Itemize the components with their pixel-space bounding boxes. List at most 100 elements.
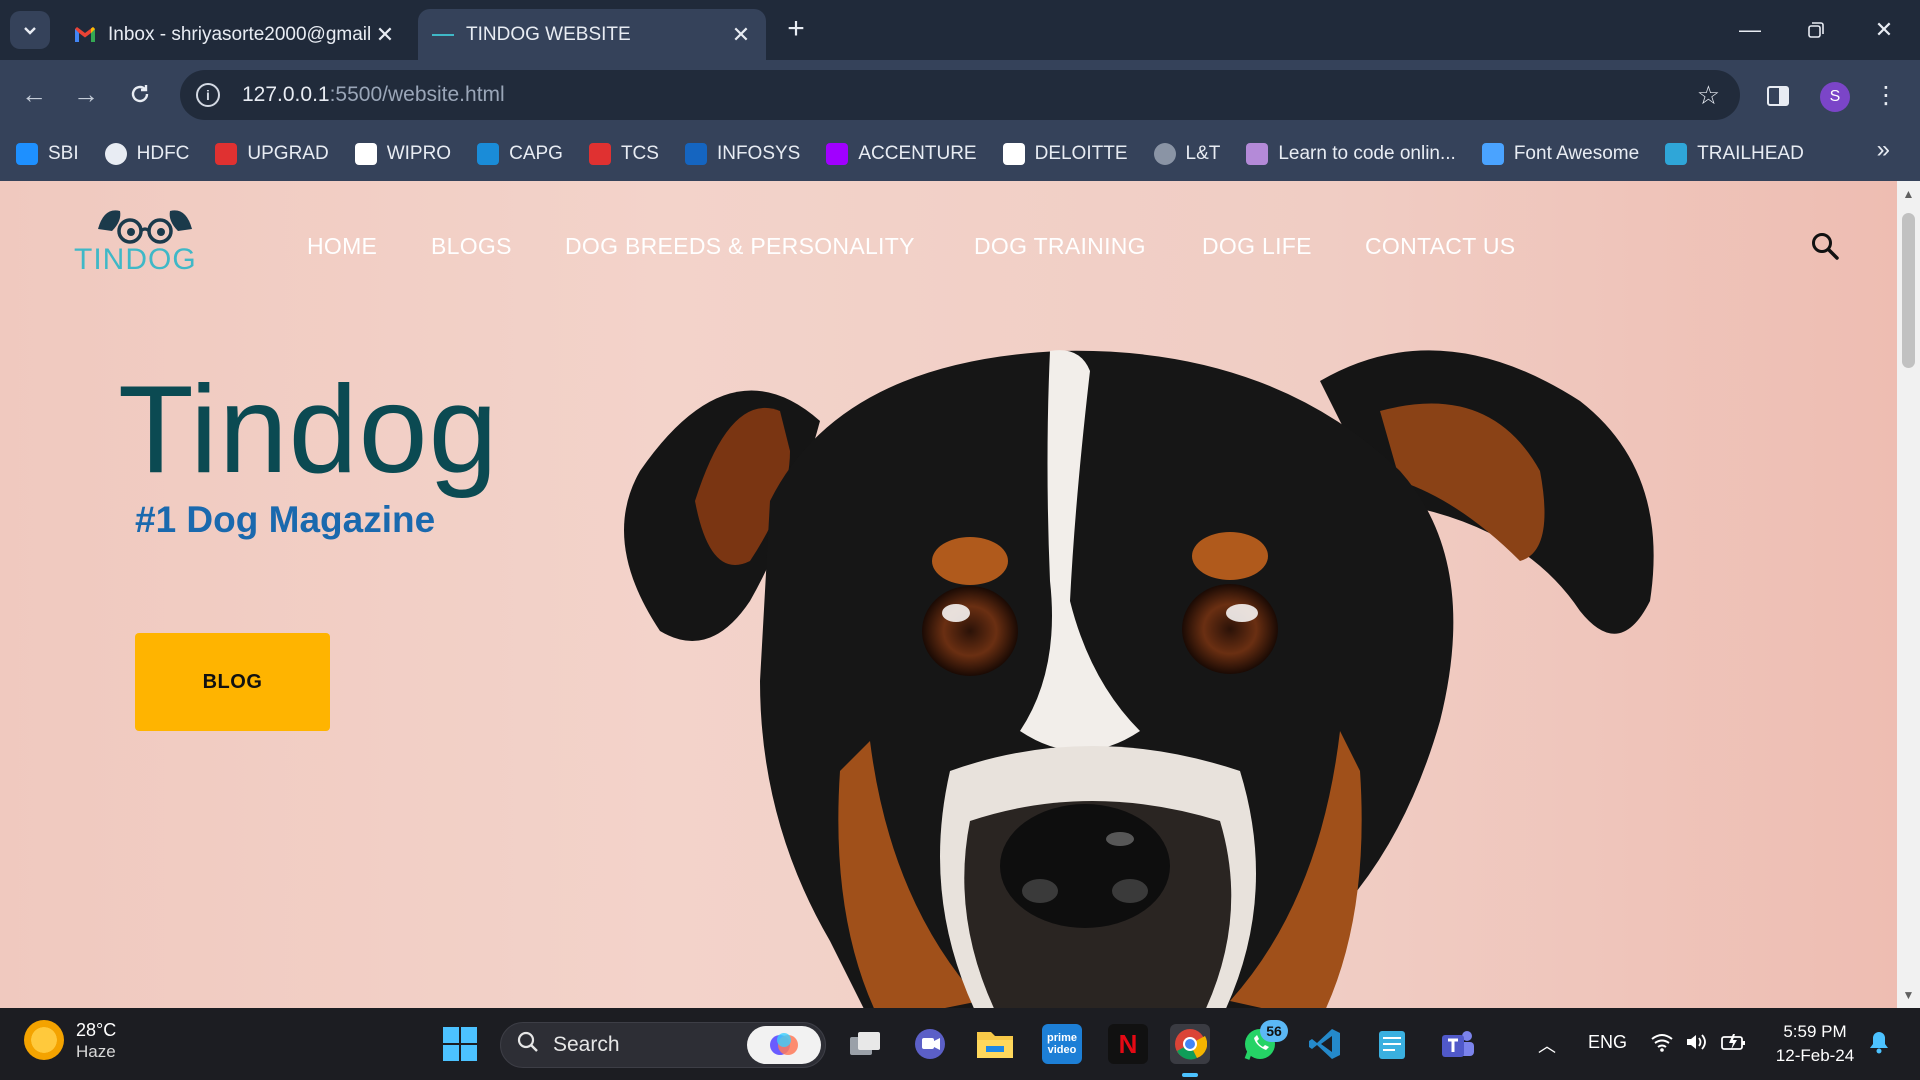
- file-explorer-icon[interactable]: [975, 1024, 1015, 1064]
- netflix-icon[interactable]: N: [1108, 1024, 1148, 1064]
- tab-tindog[interactable]: TINDOG WEBSITE ✕: [418, 9, 766, 60]
- nav-dog-breeds[interactable]: DOG BREEDS & PERSONALITY: [565, 233, 915, 260]
- bookmark-trailhead[interactable]: TRAILHEAD: [1665, 143, 1804, 165]
- bookmark-label: DELOITTE: [1034, 143, 1128, 164]
- bookmark-infosys[interactable]: INFOSYS: [684, 143, 801, 165]
- ms-teams-icon[interactable]: [1438, 1024, 1478, 1064]
- tab-search-button[interactable]: [10, 11, 50, 49]
- infosys-icon: [684, 143, 707, 165]
- close-window-icon[interactable]: ✕: [1864, 12, 1904, 48]
- address-bar[interactable]: i 127.0.0.1:5500/website.html ☆: [180, 70, 1740, 120]
- tab-gmail[interactable]: Inbox - shriyasorte2000@gmail ✕: [60, 9, 410, 60]
- nav-home[interactable]: HOME: [307, 233, 377, 260]
- nav-contact-us[interactable]: CONTACT US: [1365, 233, 1515, 260]
- bookmark-label: Learn to code onlin...: [1278, 143, 1456, 164]
- trailhead-icon: [1665, 143, 1688, 165]
- weather-widget[interactable]: 28°C Haze: [24, 1018, 116, 1062]
- tcs-icon: [588, 143, 611, 165]
- bookmark-accenture[interactable]: ACCENTURE: [826, 143, 977, 165]
- copilot-icon[interactable]: [747, 1026, 821, 1064]
- bookmark-label: INFOSYS: [716, 143, 801, 164]
- show-hidden-icons-chevron-icon[interactable]: ︿: [1538, 1032, 1556, 1058]
- page-scrollbar[interactable]: ▲ ▼: [1897, 181, 1920, 1008]
- temperature: 28°C: [76, 1020, 117, 1040]
- minimize-icon[interactable]: —: [1730, 12, 1770, 48]
- bookmark-hdfc[interactable]: HDFC: [104, 143, 190, 165]
- restore-icon[interactable]: [1796, 12, 1836, 48]
- forward-arrow-icon[interactable]: →: [66, 80, 106, 108]
- haze-sun-icon: [24, 1020, 64, 1060]
- bookmark-label: WIPRO: [386, 143, 452, 164]
- bookmark-label: HDFC: [136, 143, 190, 164]
- bookmark-label: L&T: [1185, 143, 1221, 164]
- windows-taskbar: 28°C Haze Search prime video N 56 ︿ ENG …: [0, 1008, 1920, 1080]
- bookmark-star-icon[interactable]: ☆: [1697, 80, 1720, 111]
- accenture-icon: [826, 143, 849, 165]
- vscode-icon[interactable]: [1305, 1024, 1345, 1064]
- chrome-icon[interactable]: [1170, 1024, 1210, 1064]
- url-text: 127.0.0.1:5500/website.html: [242, 83, 505, 107]
- tab-title: Inbox - shriyasorte2000@gmail: [108, 23, 372, 45]
- notification-bell-icon[interactable]: [1868, 1030, 1890, 1059]
- input-language[interactable]: ENG: [1588, 1032, 1627, 1053]
- notepad-icon[interactable]: [1372, 1024, 1412, 1064]
- close-tab-icon[interactable]: ✕: [730, 22, 752, 48]
- nav-dog-life[interactable]: DOG LIFE: [1202, 233, 1312, 260]
- close-tab-icon[interactable]: ✕: [374, 22, 396, 48]
- bookmark-wipro[interactable]: WIPRO: [354, 143, 452, 165]
- url-path: :5500/website.html: [329, 83, 505, 106]
- teams-chat-icon[interactable]: [910, 1024, 950, 1064]
- back-arrow-icon[interactable]: ←: [14, 80, 54, 108]
- bookmark-upgrad[interactable]: UPGRAD: [215, 143, 329, 165]
- nav-blogs[interactable]: BLOGS: [431, 233, 512, 260]
- weather-condition: Haze: [76, 1042, 116, 1061]
- bookmark-sbi[interactable]: SBI: [16, 143, 79, 165]
- reload-icon[interactable]: [120, 80, 160, 108]
- tindog-logo[interactable]: TINDOG: [72, 201, 202, 281]
- bookmark-font-awesome[interactable]: Font Awesome: [1481, 143, 1640, 165]
- wifi-icon[interactable]: [1650, 1032, 1674, 1057]
- more-bookmarks-icon[interactable]: »: [1877, 136, 1890, 164]
- scrollbar-thumb[interactable]: [1902, 213, 1915, 368]
- hero-subtitle: #1 Dog Magazine: [135, 499, 436, 540]
- capg-icon: [477, 143, 500, 165]
- windows-start-icon[interactable]: [440, 1024, 480, 1064]
- new-tab-button[interactable]: +: [780, 14, 812, 46]
- webpage-viewport: TINDOG HOME BLOGS DOG BREEDS & PERSONALI…: [0, 181, 1897, 1008]
- search-icon[interactable]: [1810, 231, 1840, 261]
- bookmark-label: Font Awesome: [1513, 143, 1640, 164]
- clock-date: 12-Feb-24: [1775, 1046, 1855, 1065]
- side-panel-icon[interactable]: [1762, 80, 1794, 112]
- bookmark-deloitte[interactable]: DELOITTE: [1002, 143, 1128, 165]
- flag-icon: [1481, 143, 1504, 165]
- taskbar-search[interactable]: Search: [500, 1022, 826, 1068]
- bookmark-l-t[interactable]: L&T: [1153, 143, 1221, 165]
- gmail-icon: [74, 24, 96, 46]
- task-view-icon[interactable]: [845, 1024, 885, 1064]
- browser-tab-strip: Inbox - shriyasorte2000@gmail ✕ TINDOG W…: [0, 0, 1920, 60]
- bookmark-label: TCS: [620, 143, 659, 164]
- volume-icon[interactable]: [1685, 1032, 1709, 1057]
- url-host: 127.0.0.1: [242, 83, 330, 106]
- profile-avatar[interactable]: S: [1820, 82, 1850, 112]
- whatsapp-unread-badge: 56: [1260, 1020, 1288, 1042]
- wipro-icon: [354, 143, 377, 165]
- site-info-icon[interactable]: i: [196, 83, 220, 107]
- prime-video-icon[interactable]: prime video: [1042, 1024, 1082, 1064]
- bookmark-label: SBI: [48, 143, 79, 164]
- scroll-up-arrow-icon[interactable]: ▲: [1897, 187, 1920, 201]
- hero-title: Tindog: [118, 361, 499, 499]
- nav-dog-training[interactable]: DOG TRAINING: [974, 233, 1146, 260]
- bookmark-tcs[interactable]: TCS: [588, 143, 659, 165]
- bookmarks-bar: SBI HDFC UPGRAD WIPRO CAPG TCS INFOSYS ACCENTUR…: [0, 128, 1920, 180]
- blog-button[interactable]: BLOG: [135, 633, 330, 731]
- system-clock[interactable]: 5:59 PM 12-Feb-24: [1765, 1020, 1865, 1068]
- battery-charging-icon[interactable]: [1720, 1032, 1748, 1057]
- menu-kebab-icon[interactable]: ⋮: [1870, 80, 1902, 112]
- upgrad-icon: [215, 143, 238, 165]
- scroll-down-arrow-icon[interactable]: ▼: [1897, 988, 1920, 1002]
- bookmark-label: UPGRAD: [247, 143, 329, 164]
- dog-hero-image: [624, 350, 1654, 1008]
- bookmark-capg[interactable]: CAPG: [477, 143, 563, 165]
- bookmark-learn-to-code-onlin[interactable]: Learn to code onlin...: [1246, 143, 1456, 165]
